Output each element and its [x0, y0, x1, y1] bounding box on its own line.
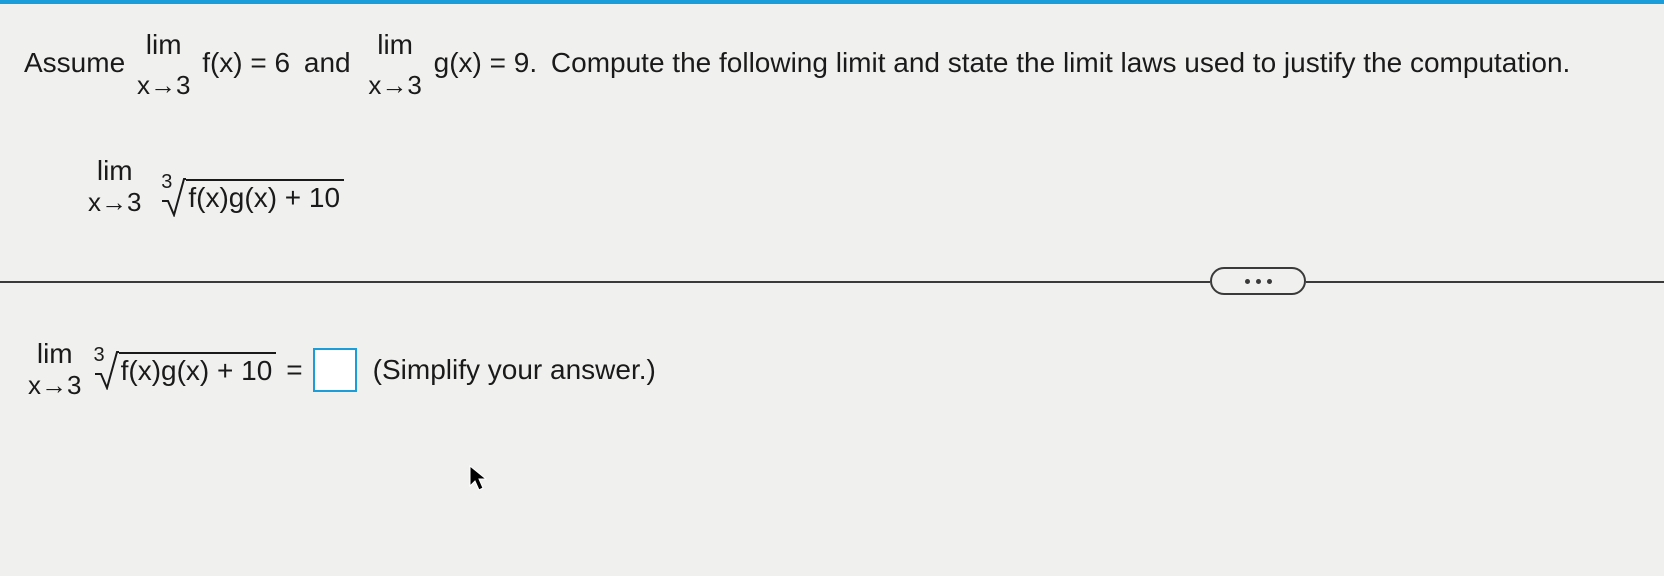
equals-sign: = — [286, 354, 302, 386]
divider-line — [1306, 281, 1664, 283]
radicand: f(x)g(x) + 10 — [186, 179, 344, 215]
radicand: f(x)g(x) + 10 — [119, 352, 277, 388]
root-index: 3 — [161, 171, 172, 194]
limit-2-expr: g(x) = 9. — [434, 47, 537, 78]
section-divider — [0, 267, 1664, 295]
lim-approach: x→3 — [28, 370, 81, 401]
text-and: and — [304, 47, 351, 78]
text-suffix: Compute the following limit and state th… — [551, 47, 1570, 78]
limit-1-expr: f(x) = 6 — [202, 47, 290, 78]
limit-block: lim x→3 — [88, 155, 141, 218]
cube-root: 3 f(x)g(x) + 10 — [153, 177, 344, 217]
answer-row: lim x→3 3 f(x)g(x) + 10 = (Simplify your… — [24, 338, 1640, 401]
dot-icon — [1256, 279, 1261, 284]
answer-hint: (Simplify your answer.) — [373, 354, 656, 386]
lim-approach: x→3 — [368, 66, 421, 105]
more-options-button[interactable] — [1210, 267, 1306, 295]
question-text: Assume lim x→3 f(x) = 6 and lim x→3 g(x)… — [24, 24, 1640, 105]
divider-line — [0, 281, 1210, 283]
root-index: 3 — [93, 344, 104, 367]
lim-symbol: lim — [28, 338, 81, 370]
dot-icon — [1245, 279, 1250, 284]
lim-approach: x→3 — [88, 187, 141, 218]
dot-icon — [1267, 279, 1272, 284]
lim-symbol: lim — [88, 155, 141, 187]
limit-1: lim x→3 — [137, 24, 190, 105]
cube-root: 3 f(x)g(x) + 10 — [85, 350, 276, 390]
lim-symbol: lim — [368, 24, 421, 66]
answer-input[interactable] — [313, 348, 357, 392]
target-expression: lim x→3 3 f(x)g(x) + 10 — [84, 155, 1640, 218]
limit-block: lim x→3 — [28, 338, 81, 401]
cursor-icon — [468, 464, 490, 494]
limit-2: lim x→3 — [368, 24, 421, 105]
lim-symbol: lim — [137, 24, 190, 66]
text-assume: Assume — [24, 47, 125, 78]
lim-approach: x→3 — [137, 66, 190, 105]
